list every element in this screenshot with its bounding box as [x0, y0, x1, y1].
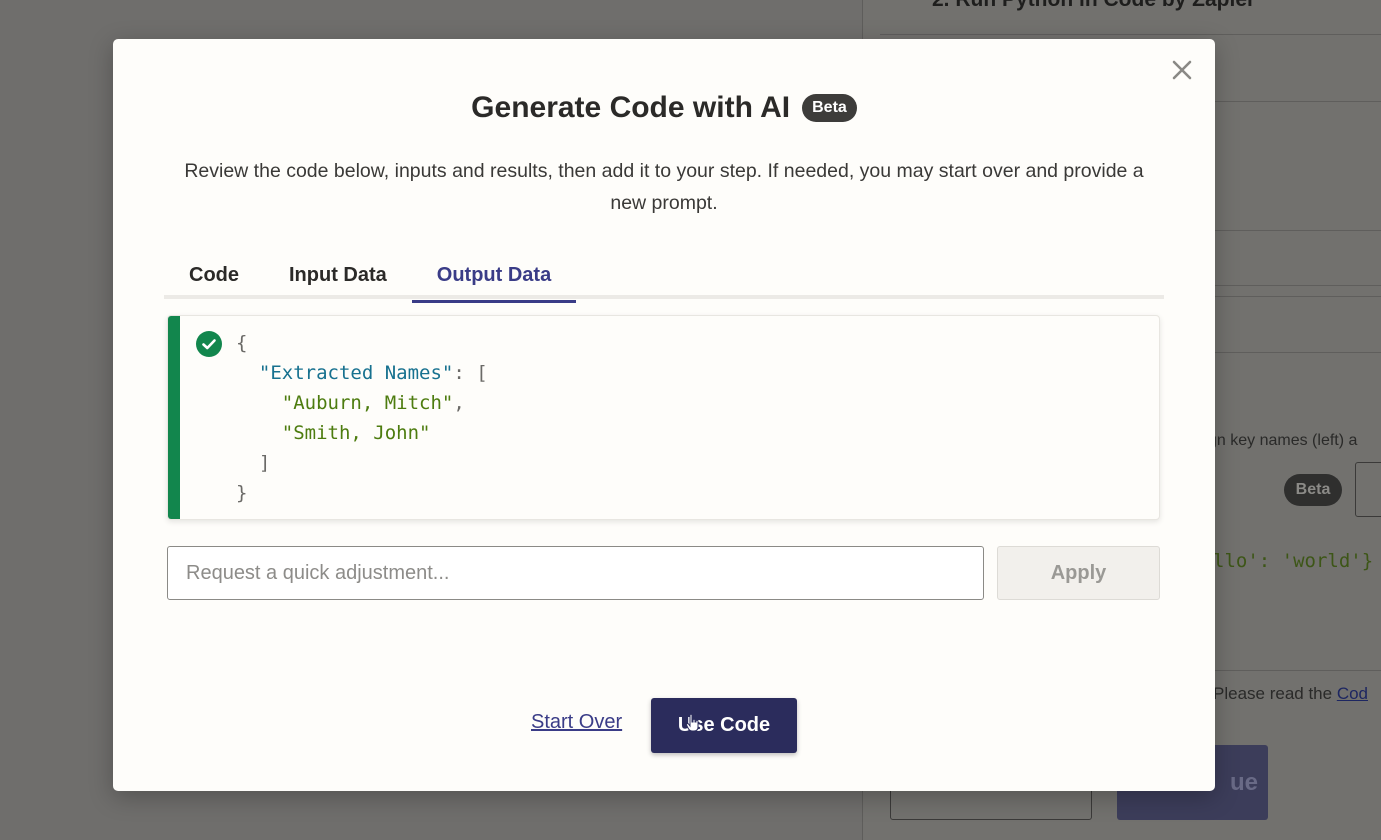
adjustment-input[interactable] [167, 546, 984, 600]
output-json: { "Extracted Names": [ "Auburn, Mitch", … [236, 332, 488, 504]
start-over-link[interactable]: Start Over [531, 711, 622, 734]
beta-badge: Beta [802, 94, 857, 122]
background-code-snippet: llo': 'world'} [1213, 550, 1374, 572]
json-key: "Extracted Names" [258, 362, 454, 384]
background-divider [1213, 285, 1381, 286]
json-close-brace: } [236, 482, 248, 504]
tab-bar: Code Input Data Output Data [164, 251, 1164, 303]
background-divider [1213, 296, 1381, 297]
json-close-bracket: ] [258, 452, 271, 474]
close-button[interactable] [1167, 55, 1197, 85]
use-code-button[interactable]: Use Code [651, 698, 797, 753]
json-colon-bracket: : [ [453, 362, 488, 384]
modal-description: Review the code below, inputs and result… [184, 160, 1144, 214]
json-value: "Smith, John" [281, 422, 431, 444]
tab-code[interactable]: Code [164, 251, 264, 299]
generate-code-modal: Generate Code with AI Beta Review the co… [113, 39, 1215, 791]
background-divider [1213, 670, 1381, 671]
background-note: Please read the Cod [1213, 684, 1368, 704]
background-divider [1213, 352, 1381, 353]
background-step-title: 2. Run Python in Code by Zapier [932, 0, 1255, 12]
modal-title: Generate Code with AI [471, 91, 791, 124]
background-divider [1213, 230, 1381, 231]
background-hint-text: gn key names (left) a [1208, 432, 1358, 449]
output-data-panel: { "Extracted Names": [ "Auburn, Mitch", … [167, 315, 1160, 520]
tab-input-data[interactable]: Input Data [264, 251, 412, 299]
json-open-brace: { [236, 332, 248, 354]
modal-header: Generate Code with AI Beta [113, 91, 1215, 125]
background-note-text: Please read the [1213, 684, 1337, 703]
background-beta-badge: Beta [1284, 474, 1342, 506]
json-value: "Auburn, Mitch" [281, 392, 454, 414]
apply-button[interactable]: Apply [997, 546, 1160, 600]
tab-output-data[interactable]: Output Data [411, 251, 577, 303]
success-stripe [168, 316, 180, 519]
check-circle-icon [196, 331, 222, 357]
background-divider [880, 34, 1381, 35]
background-field [1355, 462, 1381, 517]
close-icon [1172, 60, 1192, 80]
background-note-link: Cod [1336, 684, 1368, 703]
